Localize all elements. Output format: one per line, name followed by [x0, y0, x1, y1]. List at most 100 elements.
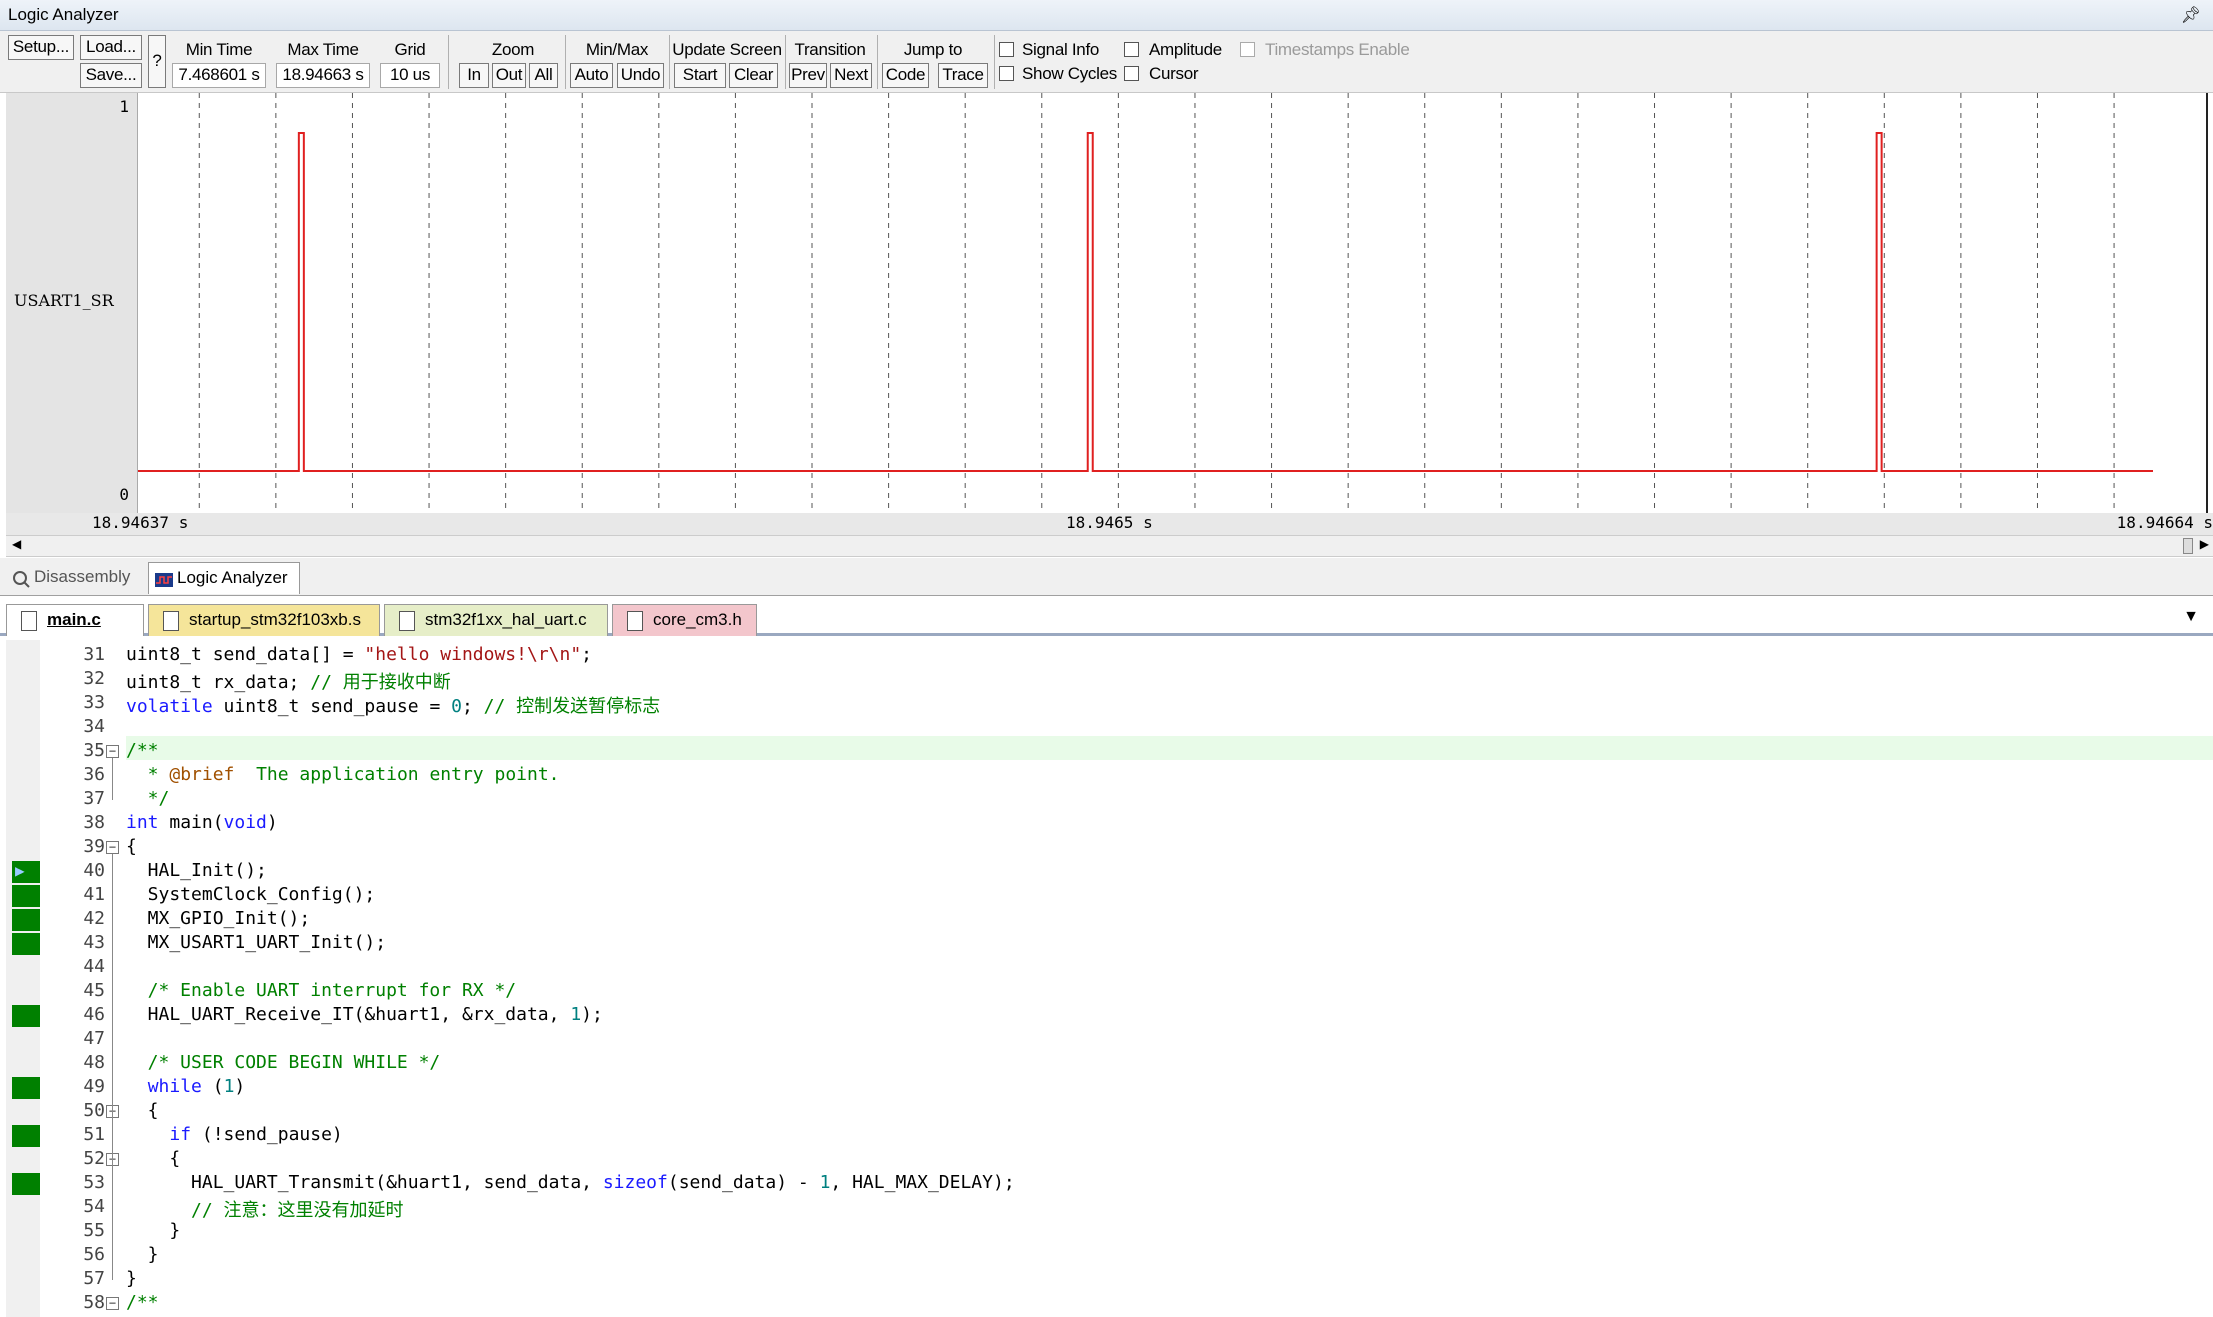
tab-logic-analyzer-label: Logic Analyzer	[177, 568, 288, 587]
scroll-right-icon[interactable]: ▶	[2200, 537, 2209, 551]
prev-button[interactable]: Prev	[789, 63, 827, 88]
next-button[interactable]: Next	[830, 63, 872, 88]
fold-collapse-icon[interactable]: −	[106, 841, 119, 854]
signal-info-label: Signal Info	[1022, 40, 1100, 59]
jump-trace-button[interactable]: Trace	[938, 63, 988, 88]
file-icon	[627, 611, 643, 631]
time-mid-label: 18.9465 s	[1066, 513, 1153, 532]
code-line: 55 }	[6, 1220, 2213, 1244]
file-icon	[399, 611, 415, 631]
save-button[interactable]: Save...	[80, 63, 142, 88]
signal-panel: 1 USART1_SR 0	[6, 93, 138, 515]
file-tab-core-cm3[interactable]: core_cm3.h	[612, 604, 757, 636]
toolbar-separator	[669, 35, 670, 89]
scroll-left-icon[interactable]: ◀	[12, 537, 21, 551]
code-text: MX_USART1_UART_Init();	[126, 932, 387, 953]
min-time-label: Min Time	[185, 40, 253, 59]
execution-marker[interactable]	[12, 909, 40, 931]
window-title: Logic Analyzer	[8, 5, 119, 24]
code-text: */	[126, 788, 170, 809]
file-tab-hal-uart[interactable]: stm32f1xx_hal_uart.c	[384, 604, 608, 636]
code-line: 36 * @brief The application entry point.	[6, 764, 2213, 788]
setup-button[interactable]: Setup...	[8, 35, 74, 60]
scroll-thumb[interactable]	[2183, 538, 2193, 554]
code-line: 57}	[6, 1268, 2213, 1292]
pin-icon[interactable]: 📌︎	[2181, 5, 2201, 25]
file-icon	[163, 611, 179, 631]
load-button[interactable]: Load...	[80, 35, 142, 60]
min-time-value: 7.468601 s	[172, 63, 266, 88]
code-line: 34	[6, 716, 2213, 740]
line-number: 37	[83, 788, 105, 809]
line-number: 57	[83, 1268, 105, 1289]
execution-marker[interactable]	[12, 1125, 40, 1147]
execution-marker[interactable]	[12, 1077, 40, 1099]
code-text: HAL_Init();	[126, 860, 267, 881]
fold-collapse-icon[interactable]: −	[106, 1297, 119, 1310]
toolbar-separator	[565, 35, 566, 89]
code-text: /**	[126, 1292, 159, 1313]
zoom-all-button[interactable]: All	[529, 63, 558, 88]
timestamps-checkbox[interactable]	[1240, 42, 1255, 57]
bottom-tab-strip: Disassembly Logic Analyzer	[0, 558, 2213, 596]
file-tab-main-c[interactable]: main.c	[6, 604, 144, 636]
logic-analyzer-graph[interactable]: 1 USART1_SR 0	[6, 93, 2213, 515]
execution-marker[interactable]	[12, 933, 40, 955]
code-text: /* USER CODE BEGIN WHILE */	[126, 1052, 441, 1073]
code-line: 41 SystemClock_Config();	[6, 884, 2213, 908]
waveform-plot[interactable]	[138, 93, 2213, 515]
file-tab-startup[interactable]: startup_stm32f103xb.s	[148, 604, 380, 636]
line-number: 58	[83, 1292, 105, 1313]
toolbar-separator	[994, 35, 995, 89]
code-editor[interactable]: 31 uint8_t send_data[] = "hello windows!\…	[6, 640, 2213, 1317]
line-number: 38	[83, 812, 105, 833]
code-text: {	[126, 1148, 181, 1169]
code-text: HAL_UART_Transmit(&huart1, send_data, si…	[126, 1172, 1015, 1193]
line-number: 44	[83, 956, 105, 977]
zoom-in-button[interactable]: In	[459, 63, 489, 88]
code-line: 32 uint8_t rx_data; // 用于接收中断	[6, 668, 2213, 693]
file-tab-label: main.c	[47, 610, 101, 629]
signal-info-checkbox[interactable]	[999, 42, 1014, 57]
start-button[interactable]: Start	[674, 63, 726, 88]
show-cycles-checkbox[interactable]	[999, 66, 1014, 81]
help-button[interactable]: ?	[148, 35, 166, 88]
tab-disassembly[interactable]: Disassembly	[6, 562, 146, 594]
amplitude-label: Amplitude	[1149, 40, 1222, 59]
signal-name[interactable]: USART1_SR	[14, 291, 114, 310]
time-left-label: 18.94637 s	[92, 513, 189, 532]
jump-code-button[interactable]: Code	[882, 63, 929, 88]
file-icon	[21, 611, 37, 631]
tab-logic-analyzer[interactable]: Logic Analyzer	[148, 562, 300, 594]
tab-disassembly-label: Disassembly	[34, 567, 131, 586]
line-number: 41	[83, 884, 105, 905]
file-tab-label: stm32f1xx_hal_uart.c	[425, 610, 587, 629]
code-line: 40 HAL_Init();	[6, 860, 2213, 884]
execution-marker[interactable]	[12, 885, 40, 907]
execution-marker[interactable]	[12, 1005, 40, 1027]
line-number: 48	[83, 1052, 105, 1073]
line-number: 47	[83, 1028, 105, 1049]
tab-list-dropdown-icon[interactable]: ▼	[2183, 608, 2199, 626]
code-text: uint8_t rx_data; // 用于接收中断	[126, 672, 451, 693]
disassembly-icon	[12, 568, 30, 588]
code-line: 49 while (1)	[6, 1076, 2213, 1100]
clear-button[interactable]: Clear	[729, 63, 778, 88]
code-text: }	[126, 1244, 159, 1265]
amplitude-checkbox[interactable]	[1124, 42, 1139, 57]
cursor-checkbox[interactable]	[1124, 66, 1139, 81]
y-min-label: 0	[119, 485, 129, 504]
code-line: 35−/**	[6, 740, 2213, 764]
horizontal-scrollbar[interactable]: ◀ ▶	[6, 535, 2213, 557]
line-number: 36	[83, 764, 105, 785]
execution-marker[interactable]	[12, 1173, 40, 1195]
undo-button[interactable]: Undo	[617, 63, 664, 88]
code-line: 47	[6, 1028, 2213, 1052]
zoom-out-button[interactable]: Out	[492, 63, 526, 88]
line-number: 34	[83, 716, 105, 737]
line-number: 42	[83, 908, 105, 929]
auto-button[interactable]: Auto	[570, 63, 613, 88]
line-number: 46	[83, 1004, 105, 1025]
fold-collapse-icon[interactable]: −	[106, 745, 119, 758]
code-text: while (1)	[147, 1076, 246, 1097]
